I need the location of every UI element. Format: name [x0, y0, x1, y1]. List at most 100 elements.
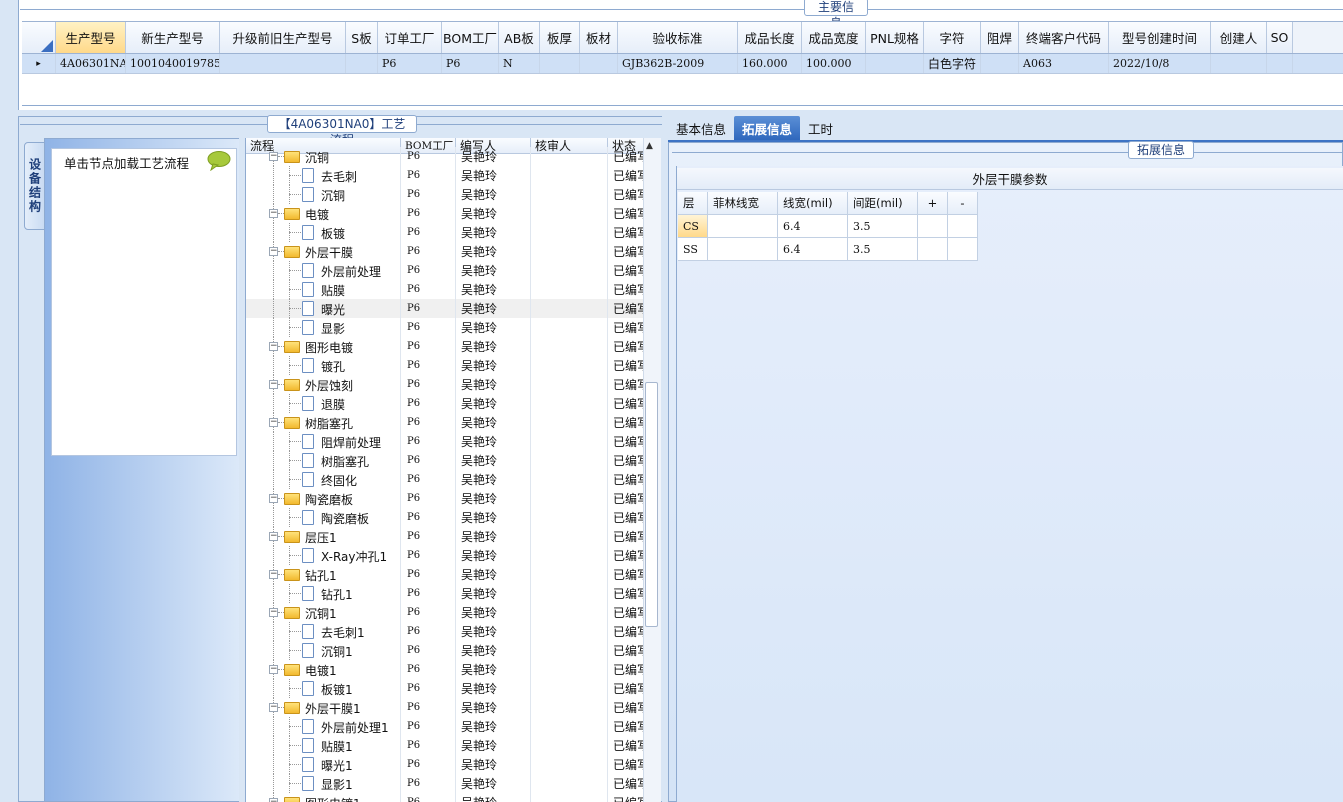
tree-node[interactable]: 板镀1 [246, 679, 401, 698]
tree-row[interactable]: 外层前处理 P6 吴艳玲 已编写 [246, 261, 646, 280]
equipment-structure-tab[interactable]: 设备结构 [24, 142, 46, 230]
param-cell[interactable] [918, 238, 948, 261]
tree-row[interactable]: 退膜 P6 吴艳玲 已编写 [246, 394, 646, 413]
column-header[interactable]: 验收标准 [618, 22, 738, 53]
grid-cell[interactable]: 白色字符 [924, 54, 981, 73]
column-header[interactable]: SO [1267, 22, 1293, 53]
param-cell[interactable]: CS [678, 215, 708, 238]
tree-node[interactable]: − 树脂塞孔 [246, 413, 401, 432]
expand-toggle-icon[interactable]: − [269, 418, 278, 427]
expand-toggle-icon[interactable]: − [269, 209, 278, 218]
param-cell[interactable]: SS [678, 238, 708, 261]
tree-row[interactable]: − 沉铜 P6 吴艳玲 已编写 [246, 147, 646, 166]
tree-node[interactable]: 沉铜 [246, 185, 401, 204]
tree-row[interactable]: 去毛刺1 P6 吴艳玲 已编写 [246, 622, 646, 641]
expand-toggle-icon[interactable]: − [269, 798, 278, 802]
tree-row[interactable]: − 外层干膜1 P6 吴艳玲 已编写 [246, 698, 646, 717]
tree-row[interactable]: − 外层蚀刻 P6 吴艳玲 已编写 [246, 375, 646, 394]
tree-node[interactable]: − 钻孔1 [246, 565, 401, 584]
tree-node[interactable]: − 层压1 [246, 527, 401, 546]
tree-row[interactable]: − 图形电镀 P6 吴艳玲 已编写 [246, 337, 646, 356]
tree-node[interactable]: 外层前处理1 [246, 717, 401, 736]
tree-row[interactable]: X-Ray冲孔1 P6 吴艳玲 已编写 [246, 546, 646, 565]
scroll-up-icon[interactable]: ▲ [646, 141, 653, 151]
tree-row[interactable]: 终固化 P6 吴艳玲 已编写 [246, 470, 646, 489]
tab-extended-info[interactable]: 拓展信息 [734, 116, 801, 140]
tree-row[interactable]: 阻焊前处理 P6 吴艳玲 已编写 [246, 432, 646, 451]
column-header[interactable]: 板厚 [540, 22, 580, 53]
column-header[interactable]: 订单工厂 [378, 22, 442, 53]
column-header[interactable]: 板材 [580, 22, 618, 53]
tree-node[interactable]: 终固化 [246, 470, 401, 489]
tree-row[interactable]: 板镀1 P6 吴艳玲 已编写 [246, 679, 646, 698]
param-column-header[interactable]: - [948, 192, 978, 215]
tree-node[interactable]: 沉铜1 [246, 641, 401, 660]
tree-node[interactable]: − 电镀1 [246, 660, 401, 679]
tree-node[interactable]: 钻孔1 [246, 584, 401, 603]
tree-node[interactable]: 去毛刺1 [246, 622, 401, 641]
grid-cell[interactable] [866, 54, 924, 73]
tree-node[interactable]: 去毛刺 [246, 166, 401, 185]
tree-row[interactable]: 陶瓷磨板 P6 吴艳玲 已编写 [246, 508, 646, 527]
grid-cell[interactable]: 2022/10/8 [1109, 54, 1211, 73]
column-header[interactable]: 升级前旧生产型号 [220, 22, 346, 53]
param-cell[interactable]: 3.5 [848, 215, 918, 238]
tree-node[interactable]: − 电镀 [246, 204, 401, 223]
expand-toggle-icon[interactable]: − [269, 380, 278, 389]
tree-node[interactable]: 显影1 [246, 774, 401, 793]
column-header[interactable]: BOM工厂 [442, 22, 499, 53]
grid-cell[interactable]: P6 [442, 54, 499, 73]
column-header[interactable]: 字符 [924, 22, 981, 53]
tree-row[interactable]: 沉铜 P6 吴艳玲 已编写 [246, 185, 646, 204]
param-cell[interactable] [948, 215, 978, 238]
tree-row[interactable]: − 陶瓷磨板 P6 吴艳玲 已编写 [246, 489, 646, 508]
grid-cell[interactable]: N [499, 54, 540, 73]
grid-cell[interactable] [580, 54, 618, 73]
param-cell[interactable]: 6.4 [778, 238, 848, 261]
grid-cell[interactable]: P6 [378, 54, 442, 73]
tree-row[interactable]: 树脂塞孔 P6 吴艳玲 已编写 [246, 451, 646, 470]
tree-node[interactable]: − 图形电镀 [246, 337, 401, 356]
param-cell[interactable] [708, 238, 778, 261]
expand-toggle-icon[interactable]: − [269, 703, 278, 712]
expand-toggle-icon[interactable]: − [269, 608, 278, 617]
expand-toggle-icon[interactable]: − [269, 247, 278, 256]
param-cell[interactable] [918, 215, 948, 238]
tree-node[interactable]: 陶瓷磨板 [246, 508, 401, 527]
tree-node[interactable]: − 外层干膜 [246, 242, 401, 261]
tree-node[interactable]: − 沉铜 [246, 147, 401, 166]
tree-row[interactable]: 曝光1 P6 吴艳玲 已编写 [246, 755, 646, 774]
equipment-tree-box[interactable] [51, 148, 237, 456]
tree-node[interactable]: 退膜 [246, 394, 401, 413]
grid-cell[interactable]: GJB362B-2009 [618, 54, 738, 73]
tree-node[interactable]: 镀孔 [246, 356, 401, 375]
column-header[interactable]: 阻焊 [981, 22, 1019, 53]
grid-cell[interactable] [540, 54, 580, 73]
grid-cell[interactable]: 10010400197856 [126, 54, 220, 73]
param-cell[interactable]: 6.4 [778, 215, 848, 238]
tree-row[interactable]: − 外层干膜 P6 吴艳玲 已编写 [246, 242, 646, 261]
param-cell[interactable]: 3.5 [848, 238, 918, 261]
expand-toggle-icon[interactable]: − [269, 570, 278, 579]
grid-cell[interactable] [220, 54, 346, 73]
tree-row[interactable]: 显影1 P6 吴艳玲 已编写 [246, 774, 646, 793]
tree-row[interactable]: 镀孔 P6 吴艳玲 已编写 [246, 356, 646, 375]
param-row[interactable]: SS 6.4 3.5 [678, 238, 978, 261]
tab-man-hours[interactable]: 工时 [800, 116, 841, 140]
tree-node[interactable]: − 陶瓷磨板 [246, 489, 401, 508]
param-cell[interactable] [948, 238, 978, 261]
tab-basic-info[interactable]: 基本信息 [668, 116, 734, 140]
column-header[interactable]: 生产型号 [56, 22, 126, 53]
column-header[interactable]: PNL规格 [866, 22, 924, 53]
column-header[interactable]: 新生产型号 [126, 22, 220, 53]
param-cell[interactable] [708, 215, 778, 238]
column-header[interactable]: S板 [346, 22, 378, 53]
tree-node[interactable]: 曝光 [246, 299, 401, 318]
tree-node[interactable]: 贴膜 [246, 280, 401, 299]
tree-row[interactable]: − 电镀 P6 吴艳玲 已编写 [246, 204, 646, 223]
column-header[interactable]: AB板 [499, 22, 540, 53]
grid-cell[interactable]: 4A06301NA0 [56, 54, 126, 73]
column-header[interactable]: 终端客户代码 [1019, 22, 1109, 53]
grid-cell[interactable]: 160.000 [738, 54, 802, 73]
expand-toggle-icon[interactable]: − [269, 342, 278, 351]
